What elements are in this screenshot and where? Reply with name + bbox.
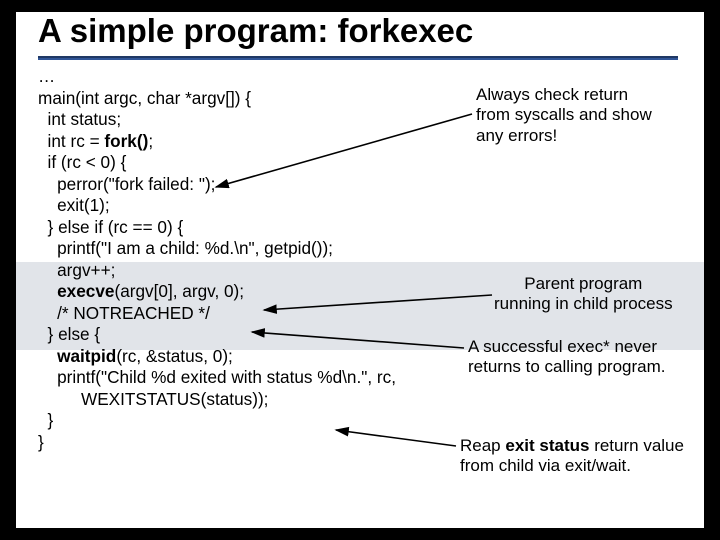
code-block: … main(int argc, char *argv[]) { int sta… xyxy=(38,66,396,453)
code-line: } else if (rc == 0) { xyxy=(38,217,183,237)
code-line: exit(1); xyxy=(38,195,110,215)
code-line: int status; xyxy=(38,109,121,129)
code-line: WEXITSTATUS(status)); xyxy=(38,389,268,409)
code-line: } xyxy=(38,410,53,430)
kw-fork: fork() xyxy=(104,131,148,151)
code-line: ; xyxy=(148,131,153,151)
annot-line: Always check return xyxy=(476,85,628,104)
kw-waitpid: waitpid xyxy=(57,346,116,366)
code-line: if (rc < 0) { xyxy=(38,152,126,172)
annot-line: from syscalls and show xyxy=(476,105,652,124)
annot-check-return: Always check return from syscalls and sh… xyxy=(476,85,652,146)
slide: A simple program: forkexec … main(int ar… xyxy=(16,12,704,528)
code-line: } else { xyxy=(38,324,100,344)
code-line: printf("I am a child: %d.\n", getpid()); xyxy=(38,238,333,258)
title-underline xyxy=(38,56,678,60)
slide-title: A simple program: forkexec xyxy=(38,12,473,50)
code-line: argv++; xyxy=(38,260,115,280)
code-line: … xyxy=(38,66,55,86)
code-line xyxy=(38,281,57,301)
annot-reap-status: Reap exit status return value from child… xyxy=(460,436,684,477)
annot-line: Reap xyxy=(460,436,505,455)
code-line: /* NOTREACHED */ xyxy=(38,303,210,323)
annot-line: any errors! xyxy=(476,126,557,145)
annot-exec-noreturn: A successful exec* never returns to call… xyxy=(468,337,665,378)
code-line: printf("Child %d exited with status %d\n… xyxy=(38,367,396,387)
annot-line: running in child process xyxy=(494,294,673,313)
code-line xyxy=(38,346,57,366)
code-line: int rc = xyxy=(38,131,104,151)
annot-bold: exit status xyxy=(505,436,589,455)
annot-line: A successful exec* never xyxy=(468,337,657,356)
kw-execve: execve xyxy=(57,281,114,301)
code-line: (rc, &status, 0); xyxy=(116,346,233,366)
code-line: } xyxy=(38,432,44,452)
code-line: (argv[0], argv, 0); xyxy=(114,281,244,301)
annot-line: returns to calling program. xyxy=(468,357,665,376)
annot-parent-program: Parent program running in child process xyxy=(494,274,673,315)
annot-line: from child via exit/wait. xyxy=(460,456,631,475)
code-line: main(int argc, char *argv[]) { xyxy=(38,88,251,108)
annot-line: Parent program xyxy=(524,274,642,293)
annot-line: return value xyxy=(589,436,684,455)
code-line: perror("fork failed: "); xyxy=(38,174,215,194)
